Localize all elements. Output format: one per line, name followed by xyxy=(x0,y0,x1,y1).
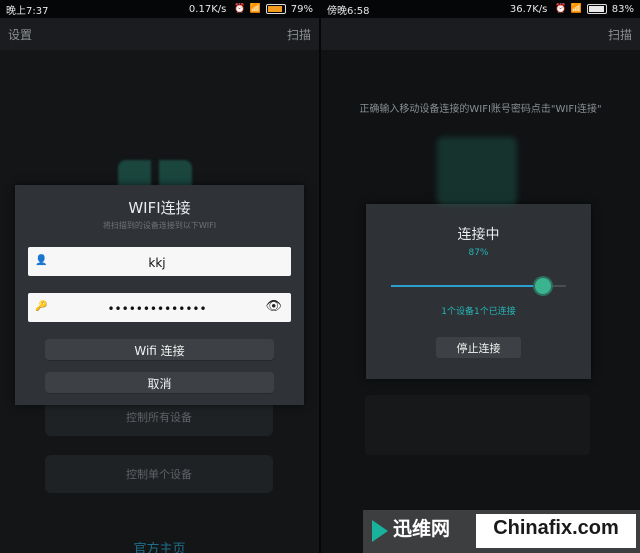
alarm-icon: ⏰ xyxy=(555,4,567,14)
progress-fill xyxy=(391,285,544,287)
instruction-text: 正确输入移动设备连接的WIFI账号密码点击"WIFI连接" xyxy=(359,104,602,115)
dialog-title: WIFI连接 xyxy=(128,199,191,217)
watermark-logo-icon xyxy=(372,520,388,542)
ssid-field[interactable]: 👤 xyxy=(28,247,291,278)
alarm-icon: ⏰ xyxy=(234,4,246,14)
ssid-input[interactable] xyxy=(50,247,264,278)
right-phone-screen: 傍晚6:58 36.7K/s ⏰ 📶 83% 扫描 正确输入移动设备连接的WIF… xyxy=(321,0,640,553)
user-icon: 👤 xyxy=(35,255,48,266)
status-time: 傍晚6:58 xyxy=(327,5,370,17)
left-phone-screen: 晚上7:37 0.17K/s ⏰ 📶 79% 设置 扫描 控制所有设备 控制单个… xyxy=(0,0,319,553)
background-button xyxy=(365,417,590,455)
scan-button[interactable]: 扫描 xyxy=(287,26,311,43)
watermark-cn: 迅维网 xyxy=(393,518,451,540)
status-network-speed: 0.17K/s xyxy=(188,3,227,15)
progress-percent: 87% xyxy=(468,248,489,258)
stop-connect-button[interactable]: 停止连接 xyxy=(436,337,521,358)
connecting-dialog: 连接中 87% 1个设备1个已连接 停止连接 xyxy=(366,204,591,379)
action-bar: 扫描 xyxy=(321,18,640,50)
wifi-connect-dialog: WIFI连接 将扫描到的设备连接到以下WIFI 👤 🔑 👁 Wifi 连接 取消 xyxy=(15,185,304,405)
wifi-connect-button[interactable]: Wifi 连接 xyxy=(45,339,274,361)
password-input[interactable] xyxy=(50,293,264,324)
status-bar: 晚上7:37 0.17K/s ⏰ 📶 79% xyxy=(0,0,319,18)
dialog-title: 连接中 xyxy=(457,227,500,243)
eye-slash-icon[interactable]: 👁 xyxy=(265,299,282,314)
watermark-en: Chinafix.com xyxy=(493,517,619,539)
app-logo-blurred xyxy=(437,137,517,205)
wifi-icon: 📶 xyxy=(570,4,582,14)
status-network-speed: 36.7K/s xyxy=(509,3,548,15)
watermark: 迅维网 Chinafix.com xyxy=(363,510,640,553)
battery-percent: 83% xyxy=(611,3,634,15)
scan-button[interactable]: 扫描 xyxy=(608,26,632,43)
status-time: 晚上7:37 xyxy=(6,5,49,17)
wifi-icon: 📶 xyxy=(249,4,261,14)
key-icon: 🔑 xyxy=(35,301,48,312)
official-homepage-link[interactable]: 官方主页 xyxy=(0,538,319,553)
action-bar: 设置 扫描 xyxy=(0,18,319,50)
status-bar: 傍晚6:58 36.7K/s ⏰ 📶 83% xyxy=(321,0,640,18)
cancel-button[interactable]: 取消 xyxy=(45,372,274,394)
dialog-subtitle: 将扫描到的设备连接到以下WIFI xyxy=(102,221,217,230)
settings-button[interactable]: 设置 xyxy=(8,26,32,43)
battery-percent: 79% xyxy=(290,3,313,15)
battery-icon xyxy=(586,4,607,14)
progress-thumb[interactable] xyxy=(535,278,552,294)
battery-icon xyxy=(265,4,286,14)
connection-status: 1个设备1个已连接 xyxy=(441,307,516,317)
control-single-device-button[interactable]: 控制单个设备 xyxy=(45,455,273,493)
password-field[interactable]: 🔑 👁 xyxy=(28,293,291,324)
